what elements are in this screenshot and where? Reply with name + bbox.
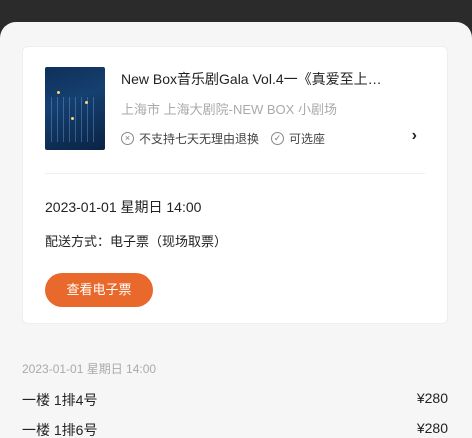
ticket-price: ¥280 (416, 390, 448, 406)
poster-light (85, 101, 88, 104)
check-circle-icon: ✓ (271, 132, 285, 145)
delivery-method: 配送方式：电子票（现场取票） (45, 234, 228, 249)
show-card: New Box音乐剧Gala Vol.4一《真爱至上… 上海市 上海大剧院-NE… (22, 46, 448, 324)
poster-light (71, 117, 74, 120)
view-eticket-button[interactable]: 查看电子票 (45, 273, 153, 307)
chevron-right-icon[interactable]: › (412, 127, 417, 145)
policy-seat-selection: 可选座 (289, 132, 326, 146)
poster-art (49, 73, 101, 87)
policy-no-refund: 不支持七天无理由退换 (139, 132, 260, 146)
ticket-seat: 一楼 1排4号 (22, 392, 98, 408)
ticket-seat: 一楼 1排6号 (22, 422, 98, 438)
show-datetime: 2023-01-01 星期日 14:00 (45, 199, 202, 215)
policy-row[interactable]: × 不支持七天无理由退换 ✓ 可选座 (121, 130, 325, 147)
session-date: 2023-01-01 星期日 14:00 (22, 362, 157, 376)
show-poster[interactable] (45, 67, 105, 150)
poster-lights (51, 97, 99, 142)
divider (45, 173, 425, 174)
venue-text: 上海市 上海大剧院-NEW BOX 小剧场 (121, 102, 337, 117)
ticket-price: ¥280 (416, 420, 448, 436)
show-title[interactable]: New Box音乐剧Gala Vol.4一《真爱至上… (121, 69, 413, 89)
order-detail-sheet: New Box音乐剧Gala Vol.4一《真爱至上… 上海市 上海大剧院-NE… (0, 22, 472, 438)
poster-light (57, 91, 60, 94)
x-circle-icon: × (121, 132, 134, 145)
